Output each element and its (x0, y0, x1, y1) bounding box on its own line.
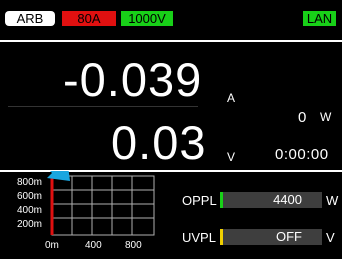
voltage-readout: 0.03 (111, 116, 207, 169)
uvpl-unit: V (326, 230, 335, 245)
uvpl-label: UVPL (182, 230, 216, 245)
mode-badge[interactable]: ARB (5, 11, 55, 26)
readout-divider (8, 106, 198, 107)
y-tick-label: 200m (17, 219, 43, 230)
x-tick-label: 0m (45, 240, 59, 251)
voltage-range-badge[interactable]: 1000V (121, 11, 173, 26)
top-divider (0, 40, 342, 42)
elapsed-time: 0:00:00 (275, 146, 329, 163)
oppl-indicator (220, 192, 223, 208)
oppl-field[interactable]: 4400 (220, 192, 322, 208)
y-tick-label: 400m (17, 205, 43, 216)
uvpl-field[interactable]: OFF (220, 229, 322, 245)
graph-grid (51, 175, 155, 236)
x-tick-label: 400 (85, 240, 102, 251)
uvpl-value: OFF (276, 229, 302, 244)
x-tick-label: 800 (125, 240, 142, 251)
graph-frame (51, 175, 155, 236)
oppl-unit: W (326, 193, 339, 208)
voltage-unit: V (227, 150, 236, 164)
y-tick-label: 600m (17, 191, 43, 202)
uvpl-indicator (220, 229, 223, 245)
current-readout: -0.039 (63, 53, 203, 106)
current-range-badge[interactable]: 80A (62, 11, 116, 26)
power-unit: W (320, 110, 332, 124)
oppl-value: 4400 (273, 192, 302, 207)
instrument-display: ARB 80A 1000V LAN -0.039 A 0.03 V 0 W 0:… (0, 0, 342, 259)
current-unit: A (227, 91, 236, 105)
y-tick-label: 800m (17, 177, 43, 188)
lan-status-badge: LAN (303, 11, 336, 26)
power-readout: 0 (298, 109, 307, 126)
